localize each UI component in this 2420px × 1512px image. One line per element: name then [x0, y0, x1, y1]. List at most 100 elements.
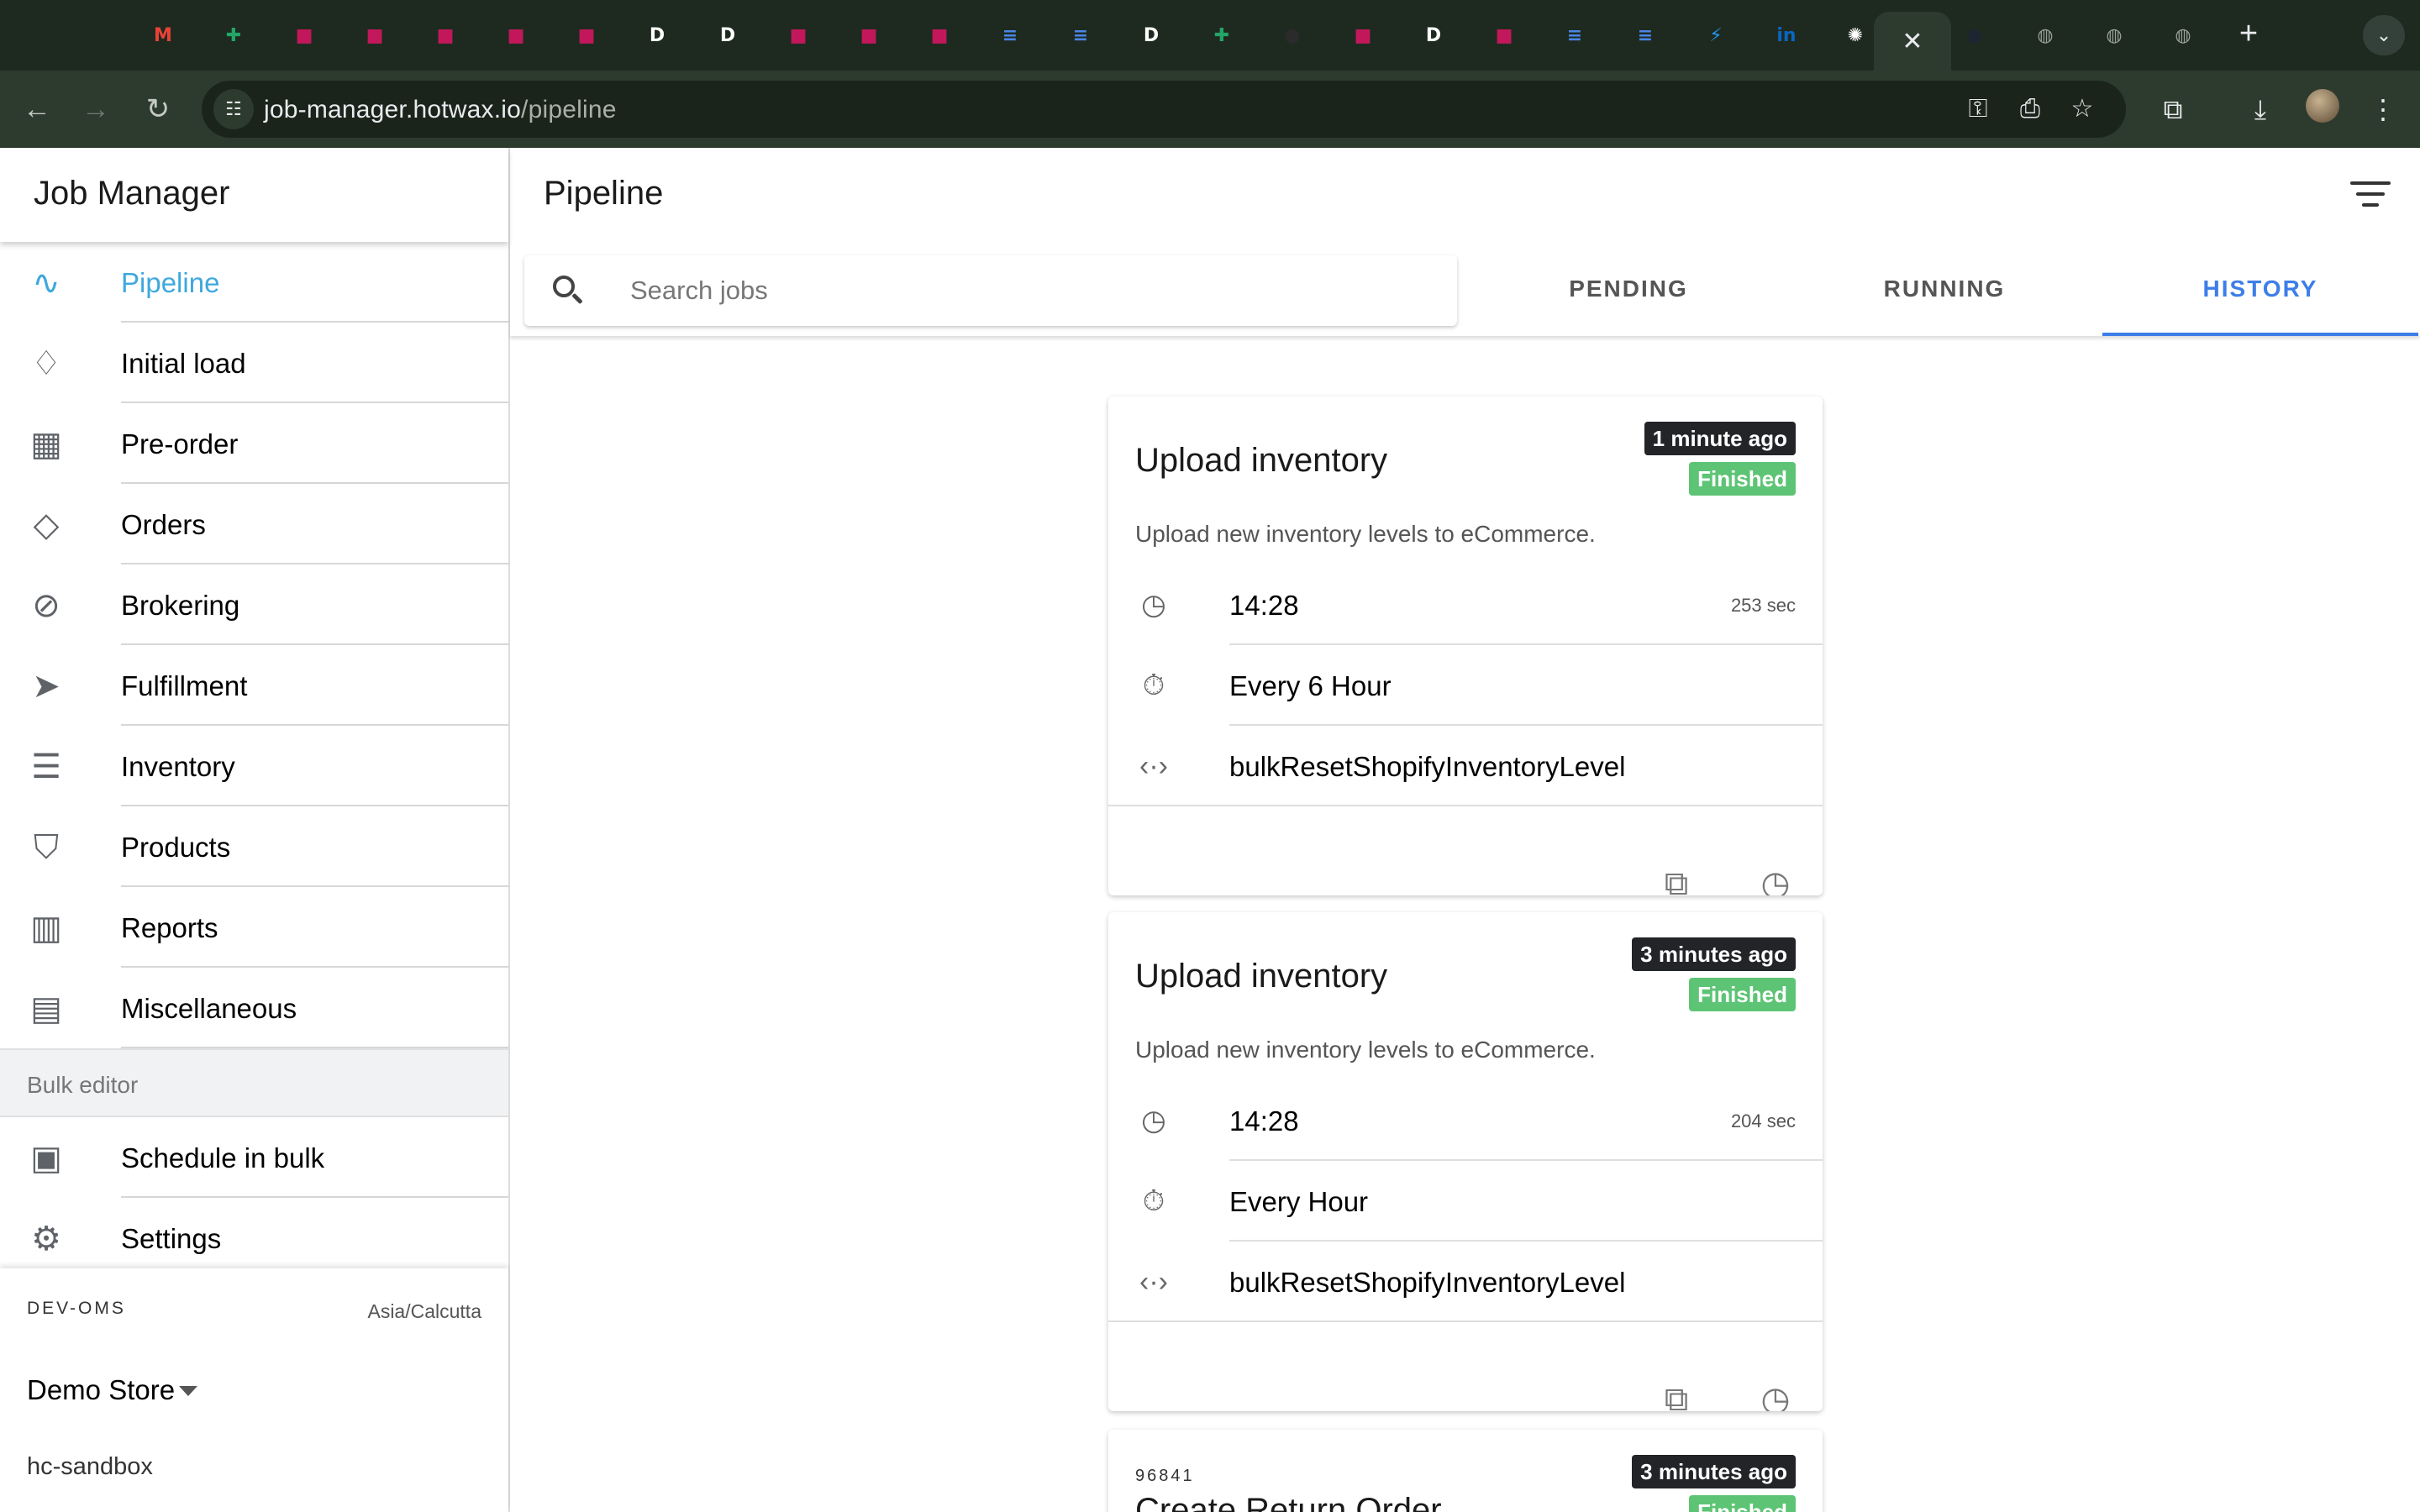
- job-card[interactable]: 96841 Create Return Order 3 minutes ago Fin…: [1108, 1430, 1823, 1512]
- browser-tab[interactable]: ■: [429, 18, 462, 52]
- d-icon: D: [649, 24, 666, 46]
- forward-icon[interactable]: →: [76, 89, 116, 129]
- browser-tab[interactable]: ◍: [2166, 18, 2200, 52]
- sidebar-item-pipeline[interactable]: ∿ Pipeline: [0, 242, 508, 323]
- job-card[interactable]: Upload inventory 3 minutes ago Finished Upl…: [1108, 912, 1823, 1411]
- sidebar-item-brokering[interactable]: ⊘ Brokering: [0, 564, 508, 645]
- job-detail-row: ◷ 14:28 204 sec: [1108, 1080, 1823, 1161]
- browser-tab[interactable]: D: [1417, 18, 1450, 52]
- downloads-icon[interactable]: ⤓: [2240, 89, 2281, 129]
- sidebar-item-label: Inventory: [121, 751, 235, 782]
- sidebar-item-initial-load[interactable]: ♢ Initial load: [0, 323, 508, 403]
- extensions-icon[interactable]: ⧉: [2153, 89, 2193, 129]
- browser-tab[interactable]: in: [1770, 18, 1803, 52]
- password-key-icon[interactable]: ⚿: [1960, 91, 1996, 128]
- browser-tab[interactable]: D: [711, 18, 744, 52]
- browser-tab[interactable]: ≡: [1064, 18, 1097, 52]
- browser-tab[interactable]: ■: [570, 18, 603, 52]
- bookmark-star-icon[interactable]: ☆: [2064, 91, 2101, 128]
- sidebar-item-label: Miscellaneous: [121, 993, 297, 1024]
- sidebar-item-pre-order[interactable]: ▦ Pre-order: [0, 403, 508, 484]
- job-card[interactable]: Upload inventory 1 minute ago Finished Uplo…: [1108, 396, 1823, 895]
- browser-tab[interactable]: ■: [358, 18, 392, 52]
- timer-icon: ⏱: [1142, 1185, 1165, 1217]
- browser-tab[interactable]: M: [146, 18, 180, 52]
- tab-pending[interactable]: PENDING: [1470, 242, 1786, 336]
- sidebar-item-schedule-in-bulk[interactable]: ▣ Schedule in bulk: [0, 1117, 508, 1198]
- status-badge: Finished: [1689, 978, 1796, 1011]
- browser-tab[interactable]: ■: [852, 18, 886, 52]
- address-bar[interactable]: ☷ job-manager.hotwax.io/pipeline ⚿ ⎙ ☆: [202, 81, 2126, 138]
- job-detail-row: ⏱ Every 6 Hour: [1108, 645, 1823, 726]
- job-frequency: Every 6 Hour: [1229, 670, 1392, 701]
- new-tab-icon[interactable]: +: [2232, 15, 2265, 52]
- copy-icon[interactable]: ⧉: [1656, 1379, 1697, 1411]
- sidebar-item-label: Orders: [121, 509, 206, 540]
- install-app-icon[interactable]: ⎙: [2012, 91, 2049, 128]
- compass-icon: ⊘: [32, 587, 60, 624]
- browser-tab[interactable]: ■: [1346, 18, 1380, 52]
- browser-tab[interactable]: ≡: [1628, 18, 1662, 52]
- browser-tab[interactable]: ■: [923, 18, 956, 52]
- browser-tab[interactable]: ✕: [1874, 12, 1951, 71]
- sidebar-item-inventory[interactable]: ☰ Inventory: [0, 726, 508, 806]
- job-description: Upload new inventory levels to eCommerce…: [1135, 1037, 1596, 1063]
- profile-avatar[interactable]: [2306, 89, 2339, 123]
- address-url[interactable]: job-manager.hotwax.io/pipeline: [264, 96, 617, 124]
- browser-tab[interactable]: ●: [1958, 18, 1991, 52]
- globe-icon: ◍: [2106, 24, 2123, 46]
- job-service: bulkResetShopifyInventoryLevel: [1229, 751, 1626, 782]
- code-icon: ‹·›: [1139, 750, 1168, 782]
- tab-search-icon[interactable]: ⌄: [2363, 15, 2405, 55]
- app-icon: ■: [1354, 24, 1372, 46]
- sidebar-item-products[interactable]: ⛉ Products: [0, 806, 508, 887]
- sidebar-item-settings[interactable]: ⚙ Settings: [0, 1198, 508, 1278]
- browser-tab[interactable]: ■: [1487, 18, 1521, 52]
- timezone-label[interactable]: Asia/Calcutta: [367, 1300, 481, 1323]
- sidebar-footer: DEV-OMS Asia/Calcutta Demo Store hc-sand…: [0, 1268, 508, 1512]
- d-icon: D: [1143, 24, 1160, 46]
- search-and-segments-bar: Search jobs PENDING RUNNING HISTORY: [510, 242, 2420, 336]
- browser-tab[interactable]: ≡: [993, 18, 1027, 52]
- browser-tab[interactable]: ✚: [1205, 18, 1239, 52]
- caret-down-icon[interactable]: [179, 1386, 197, 1396]
- browser-tab[interactable]: ■: [287, 18, 321, 52]
- app-icon: ■: [930, 24, 949, 46]
- browser-tab[interactable]: ■: [781, 18, 815, 52]
- time-ago-badge: 1 minute ago: [1644, 422, 1796, 455]
- site-info-icon[interactable]: ☷: [213, 89, 254, 129]
- browser-tab[interactable]: D: [640, 18, 674, 52]
- search-input[interactable]: Search jobs: [524, 255, 1457, 326]
- browser-tab[interactable]: ✺: [1839, 18, 1872, 52]
- app-icon: ■: [1495, 24, 1513, 46]
- history-icon[interactable]: ◷: [1755, 864, 1796, 895]
- browser-tab[interactable]: ⚡: [1699, 18, 1733, 52]
- time-ago-badge: 3 minutes ago: [1632, 1455, 1796, 1488]
- sidebar-item-miscellaneous[interactable]: ▤ Miscellaneous: [0, 968, 508, 1048]
- browser-tab[interactable]: ◍: [2097, 18, 2131, 52]
- browser-tab-strip: M ✚ ■ ■ ■ ■ ■ D D ■ ■ ■ ≡ ≡ D ✚ ● ■ D ■ ≡ ≡ ⚡ in ✺ ✕ ● ◍ ◍ ◍ + ⌄: [0, 0, 2420, 71]
- tab-running[interactable]: RUNNING: [1786, 242, 2102, 336]
- reload-icon[interactable]: ↻: [138, 89, 178, 129]
- browser-menu-icon[interactable]: ⋮: [2363, 89, 2403, 129]
- browser-tab[interactable]: D: [1134, 18, 1168, 52]
- sidebar-item-reports[interactable]: ▥ Reports: [0, 887, 508, 968]
- filter-icon[interactable]: [2350, 176, 2391, 213]
- close-icon: ✕: [1902, 26, 1923, 56]
- copy-icon[interactable]: ⧉: [1656, 864, 1697, 895]
- sidebar-item-label: Pipeline: [121, 267, 220, 298]
- sidebar-item-orders[interactable]: ◇ Orders: [0, 484, 508, 564]
- tab-history[interactable]: HISTORY: [2102, 242, 2418, 336]
- browser-tab[interactable]: ✚: [217, 18, 250, 52]
- send-icon: ➤: [32, 668, 60, 705]
- back-icon[interactable]: ←: [17, 89, 57, 129]
- browser-tab[interactable]: ●: [1276, 18, 1309, 52]
- history-icon[interactable]: ◷: [1755, 1379, 1796, 1411]
- store-select[interactable]: Demo Store: [27, 1374, 175, 1406]
- sidebar-item-fulfillment[interactable]: ➤ Fulfillment: [0, 645, 508, 726]
- browser-tab[interactable]: ■: [499, 18, 533, 52]
- shirt-icon: ⛉: [34, 829, 59, 866]
- browser-tab[interactable]: ◍: [2028, 18, 2062, 52]
- browser-tab[interactable]: ≡: [1558, 18, 1591, 52]
- main-content: Pipeline Search jobs PENDING RUNNING HISTO…: [510, 148, 2420, 1512]
